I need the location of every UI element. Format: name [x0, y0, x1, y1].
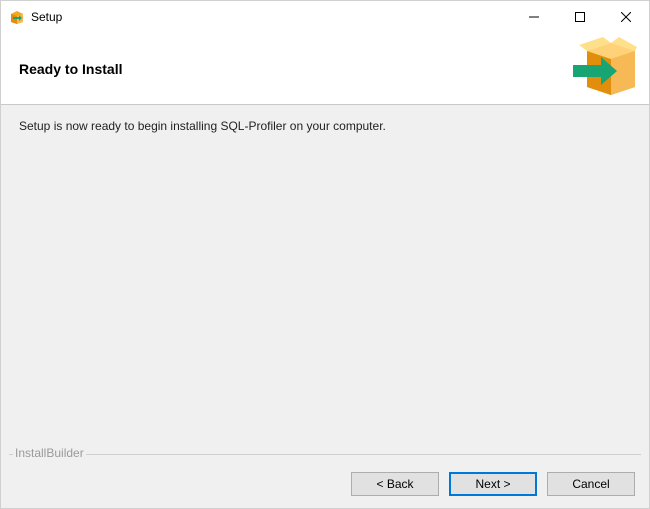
maximize-button[interactable]	[557, 1, 603, 33]
minimize-button[interactable]	[511, 1, 557, 33]
wizard-buttons: < Back Next > Cancel	[351, 472, 635, 496]
builder-brand-label: InstallBuilder	[13, 446, 86, 460]
footer: InstallBuilder < Back Next > Cancel	[1, 454, 649, 508]
titlebar: Setup	[1, 1, 649, 33]
close-button[interactable]	[603, 1, 649, 33]
back-button[interactable]: < Back	[351, 472, 439, 496]
header: Ready to Install	[1, 33, 649, 105]
cancel-button[interactable]: Cancel	[547, 472, 635, 496]
next-button[interactable]: Next >	[449, 472, 537, 496]
package-arrow-icon	[567, 37, 637, 104]
install-message: Setup is now ready to begin installing S…	[19, 119, 631, 133]
window-controls	[511, 1, 649, 33]
content-area: Setup is now ready to begin installing S…	[1, 105, 649, 454]
app-box-icon	[9, 9, 25, 25]
window-title: Setup	[31, 10, 511, 24]
footer-separator: InstallBuilder	[9, 454, 641, 466]
page-heading: Ready to Install	[19, 61, 122, 77]
